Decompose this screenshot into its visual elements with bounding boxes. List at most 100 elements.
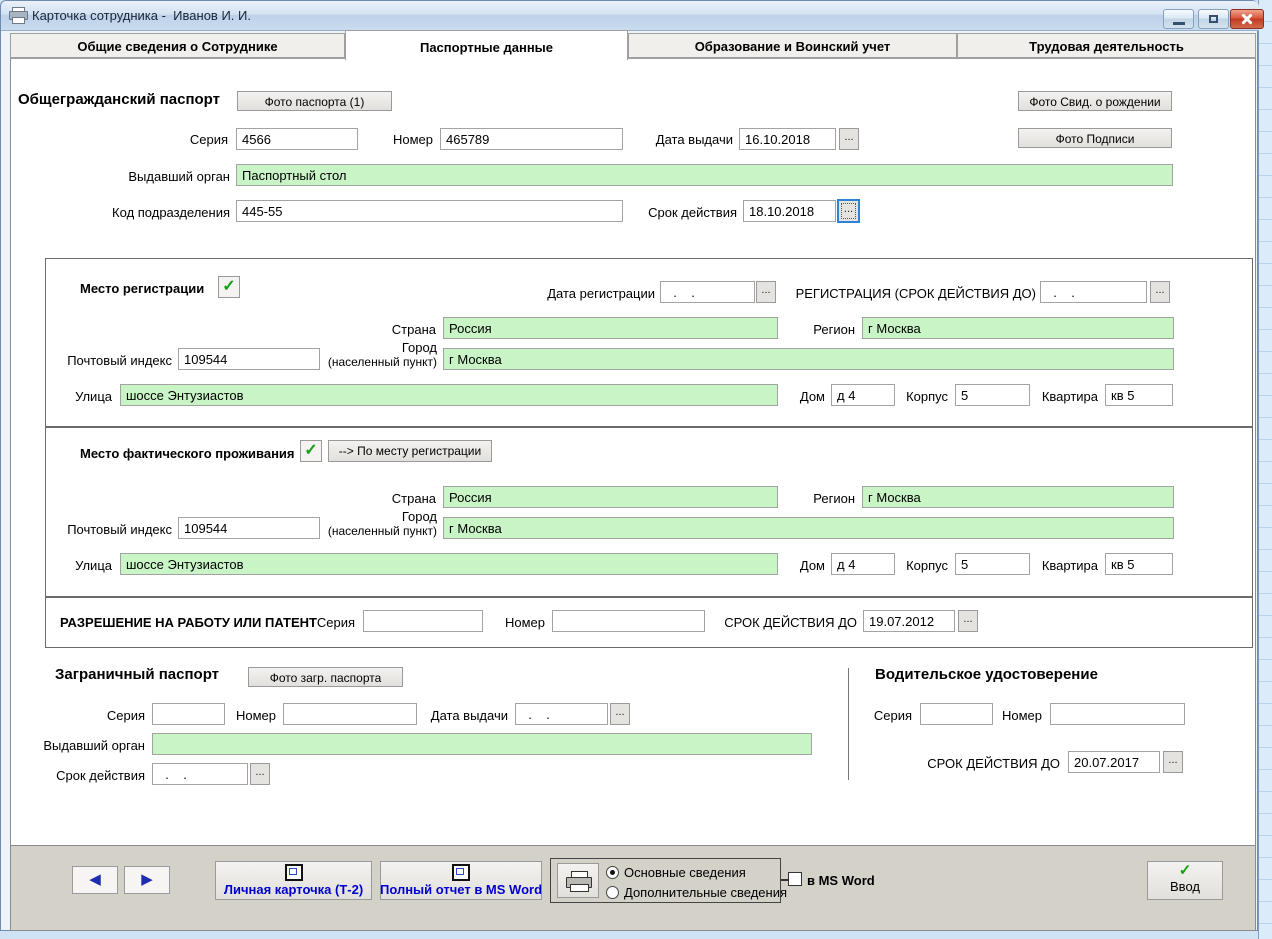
res-region-field[interactable]: г Москва xyxy=(862,486,1174,508)
signature-photo-button[interactable]: Фото Подписи xyxy=(1018,128,1172,148)
civil-passport-title: Общегражданский паспорт xyxy=(18,91,220,108)
license-valid-picker-button[interactable]: ... xyxy=(1163,751,1183,773)
reg-apartment-field[interactable]: кв 5 xyxy=(1105,384,1173,406)
copy-from-registration-button[interactable]: --> По месту регистрации xyxy=(328,440,492,462)
res-city-field[interactable]: г Москва xyxy=(443,517,1174,539)
license-valid-field[interactable]: 20.07.2017 xyxy=(1068,751,1160,773)
civil-series-field[interactable]: 4566 xyxy=(236,128,358,150)
civil-valid-until-picker-button[interactable]: ... xyxy=(837,199,860,223)
submit-button-label: Ввод xyxy=(1170,879,1200,894)
passport-photo-button[interactable]: Фото паспорта (1) xyxy=(237,91,392,111)
reg-house-field[interactable]: д 4 xyxy=(831,384,895,406)
full-report-msword-button[interactable]: Полный отчет в MS Word xyxy=(380,861,542,900)
personal-card-t2-label: Личная карточка (Т-2) xyxy=(223,882,364,897)
radio-additional-info-label: Дополнительные сведения xyxy=(624,885,788,900)
tab-passport-data[interactable]: Паспортные данные xyxy=(345,30,628,60)
next-record-button[interactable]: ▶ xyxy=(124,866,170,894)
personal-card-t2-button[interactable]: Личная карточка (Т-2) xyxy=(215,861,372,900)
foreign-issuer-field[interactable] xyxy=(152,733,812,755)
reg-postcode-field[interactable]: 109544 xyxy=(178,348,320,370)
foreign-number-label: Номер xyxy=(235,708,276,723)
radio-additional-info[interactable] xyxy=(606,886,619,899)
civil-valid-until-label: Срок действия xyxy=(648,205,737,220)
submit-button[interactable]: ✓ Ввод xyxy=(1147,861,1223,900)
print-button[interactable] xyxy=(557,863,599,898)
reg-city-field[interactable]: г Москва xyxy=(443,348,1174,370)
res-building-field[interactable]: 5 xyxy=(955,553,1030,575)
reg-valid-picker-button[interactable]: ... xyxy=(1150,281,1170,303)
driver-license-divider xyxy=(848,668,849,780)
reg-region-field[interactable]: г Москва xyxy=(862,317,1174,339)
word-document-icon xyxy=(452,864,470,881)
employee-card-screen: Карточка сотрудника - Иванов И. И. Общие… xyxy=(0,0,1272,939)
tab-work-activity[interactable]: Трудовая деятельность xyxy=(957,33,1256,58)
foreign-valid-picker-button[interactable]: ... xyxy=(250,763,270,785)
reg-country-label: Страна xyxy=(391,322,436,337)
civil-dept-code-field[interactable]: 445-55 xyxy=(236,200,623,222)
driver-license-title: Водительское удостоверение xyxy=(875,666,1098,683)
tab-education-military[interactable]: Образование и Воинский учет xyxy=(628,33,957,58)
reg-date-field[interactable]: . . xyxy=(660,281,755,303)
res-apartment-field[interactable]: кв 5 xyxy=(1105,553,1173,575)
radio-main-info[interactable] xyxy=(606,866,619,879)
permit-valid-label: СРОК ДЕЙСТВИЯ ДО xyxy=(724,615,857,630)
license-series-field[interactable] xyxy=(920,703,993,725)
reg-city-label-line1: Город xyxy=(401,340,437,355)
radio-main-info-label: Основные сведения xyxy=(624,865,746,880)
res-region-label: Регион xyxy=(813,491,855,506)
residence-checkbox[interactable]: ✓ xyxy=(300,440,322,462)
res-house-label: Дом xyxy=(799,558,825,573)
foreign-passport-photo-button[interactable]: Фото загр. паспорта xyxy=(248,667,403,687)
permit-valid-picker-button[interactable]: ... xyxy=(958,610,978,632)
birth-cert-photo-button[interactable]: Фото Свид. о рождении xyxy=(1018,91,1172,111)
prev-record-button[interactable]: ◀ xyxy=(72,866,118,894)
civil-issuer-field[interactable]: Паспортный стол xyxy=(236,164,1173,186)
reg-country-field[interactable]: Россия xyxy=(443,317,778,339)
permit-number-field[interactable] xyxy=(552,610,705,632)
reg-city-label: Город (населенный пункт) xyxy=(318,340,437,369)
reg-city-label-line2: (населенный пункт) xyxy=(327,355,437,369)
ms-word-checkbox-label: в MS Word xyxy=(807,873,875,888)
reg-valid-label: РЕГИСТРАЦИЯ (СРОК ДЕЙСТВИЯ ДО) xyxy=(795,286,1036,301)
permit-series-label: Серия xyxy=(316,615,355,630)
tab-general-info[interactable]: Общие сведения о Сотруднике xyxy=(10,33,345,58)
res-city-label: Город (населенный пункт) xyxy=(318,509,437,538)
foreign-issue-date-label: Дата выдачи xyxy=(430,708,508,723)
minimize-button[interactable] xyxy=(1163,9,1194,29)
reg-valid-field[interactable]: . . xyxy=(1040,281,1147,303)
res-country-field[interactable]: Россия xyxy=(443,486,778,508)
civil-issue-date-picker-button[interactable]: ... xyxy=(839,128,859,150)
res-postcode-field[interactable]: 109544 xyxy=(178,517,320,539)
registration-title: Место регистрации xyxy=(80,281,205,296)
registration-checkbox[interactable]: ✓ xyxy=(218,276,240,298)
reg-building-field[interactable]: 5 xyxy=(955,384,1030,406)
civil-series-label: Серия xyxy=(189,132,228,147)
res-street-field[interactable]: шоссе Энтузиастов xyxy=(120,553,778,575)
res-house-field[interactable]: д 4 xyxy=(831,553,895,575)
foreign-valid-field[interactable]: . . xyxy=(152,763,248,785)
foreign-issue-date-picker-button[interactable]: ... xyxy=(610,703,630,725)
foreign-number-field[interactable] xyxy=(283,703,417,725)
check-icon: ✓ xyxy=(1178,862,1192,879)
res-building-label: Корпус xyxy=(906,558,948,573)
permit-valid-field[interactable]: 19.07.2012 xyxy=(863,610,955,632)
connector-line xyxy=(781,879,788,881)
full-report-msword-label: Полный отчет в MS Word xyxy=(379,882,543,897)
civil-number-field[interactable]: 465789 xyxy=(440,128,623,150)
ms-word-checkbox[interactable] xyxy=(788,872,802,886)
work-permit-title: РАЗРЕШЕНИЕ НА РАБОТУ ИЛИ ПАТЕНТ xyxy=(60,615,317,630)
foreign-series-field[interactable] xyxy=(152,703,225,725)
background-window-bottom xyxy=(0,931,1258,939)
close-button[interactable] xyxy=(1230,9,1264,29)
reg-street-field[interactable]: шоссе Энтузиастов xyxy=(120,384,778,406)
civil-valid-until-field[interactable]: 18.10.2018 xyxy=(743,200,836,222)
civil-issue-date-field[interactable]: 16.10.2018 xyxy=(739,128,836,150)
titlebar[interactable]: Карточка сотрудника - Иванов И. И. xyxy=(1,1,1264,31)
maximize-button[interactable] xyxy=(1198,9,1229,29)
foreign-issuer-label: Выдавший орган xyxy=(43,738,145,753)
foreign-issue-date-field[interactable]: . . xyxy=(515,703,608,725)
permit-series-field[interactable] xyxy=(363,610,483,632)
license-number-field[interactable] xyxy=(1050,703,1185,725)
app-icon xyxy=(9,7,28,24)
license-valid-label: СРОК ДЕЙСТВИЯ ДО xyxy=(927,756,1060,771)
